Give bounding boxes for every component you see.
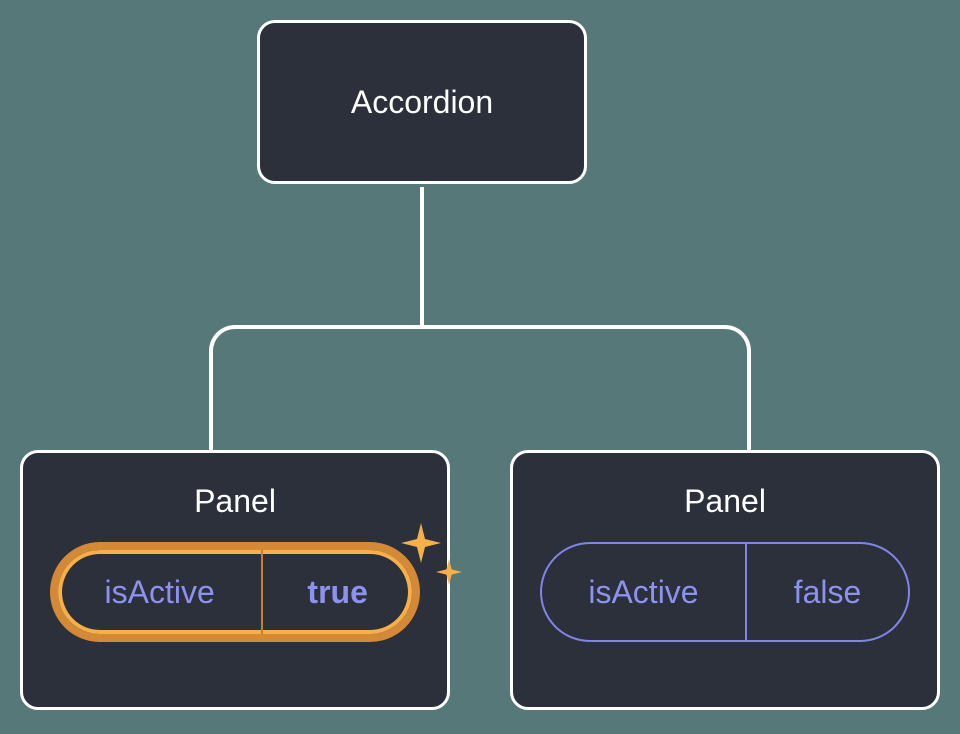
connector-vertical-left [209, 351, 213, 450]
connector-corner-left [209, 325, 239, 355]
panel-right-label: Panel [513, 483, 937, 520]
prop-key-left: isActive [58, 550, 263, 634]
prop-value-left: true [263, 550, 412, 634]
connector-horizontal [235, 325, 725, 329]
prop-key-right: isActive [542, 544, 747, 640]
root-node-accordion: Accordion [257, 20, 587, 184]
connector-vertical-root [420, 187, 424, 327]
sparkle-icon [436, 559, 462, 585]
prop-value-right: false [747, 544, 908, 640]
panel-left-label: Panel [23, 483, 447, 520]
prop-pill-left: isActive true [50, 542, 420, 642]
panel-node-left: Panel isActive true [20, 450, 450, 710]
root-label: Accordion [351, 84, 493, 121]
panel-node-right: Panel isActive false [510, 450, 940, 710]
prop-pill-right: isActive false [540, 542, 910, 642]
connector-vertical-right [747, 351, 751, 450]
